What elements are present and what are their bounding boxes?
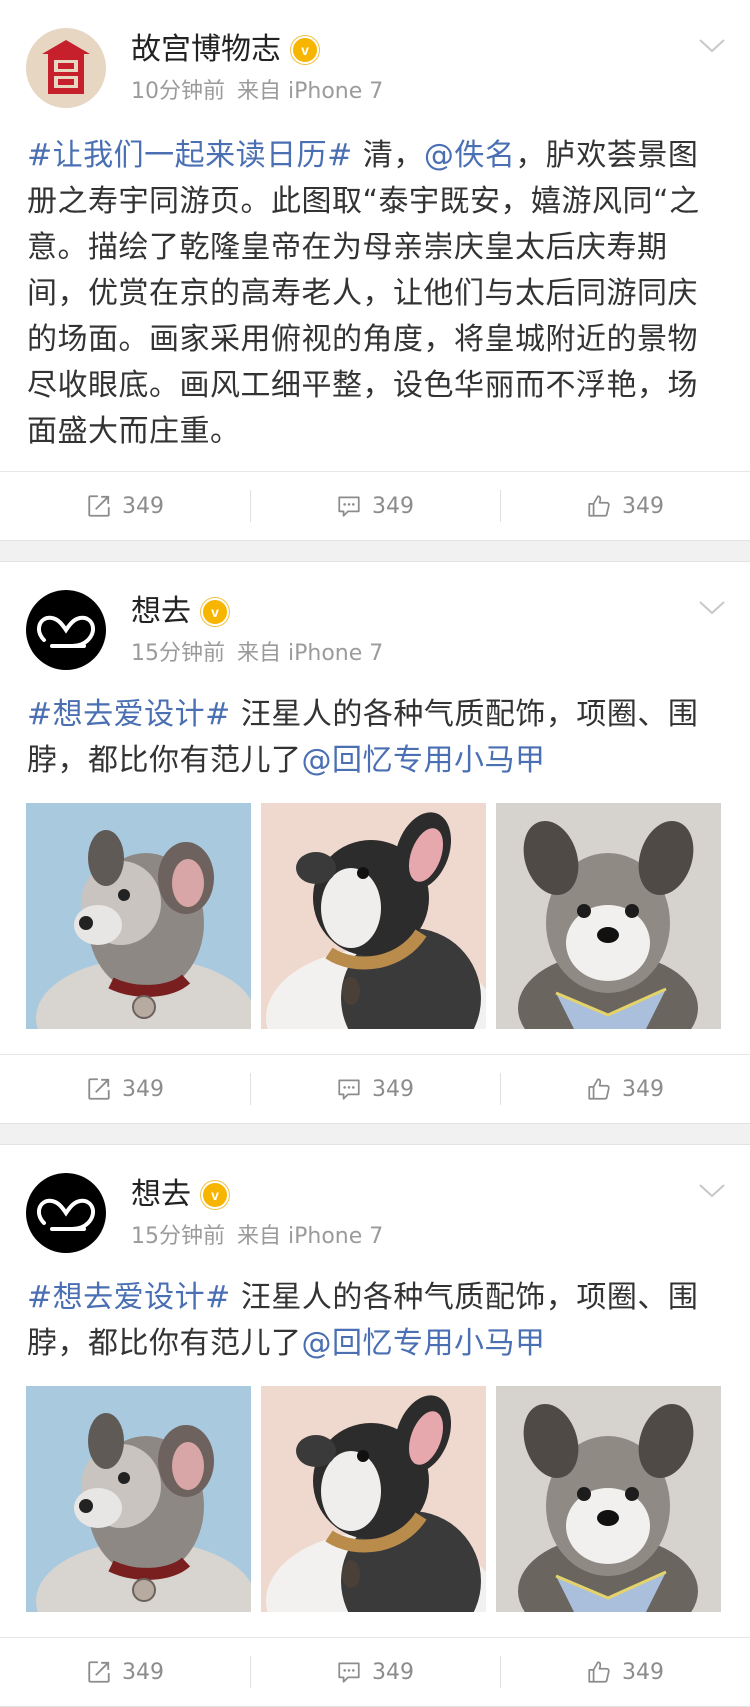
chevron-down-icon[interactable] (698, 600, 726, 616)
repost-icon (86, 493, 112, 519)
avatar[interactable] (26, 1173, 106, 1253)
author-name[interactable]: 故宫博物志 v (131, 30, 319, 70)
comment-icon (336, 493, 362, 519)
author-name-text: 想去 (131, 1177, 191, 1212)
comment-icon (336, 1076, 362, 1102)
post-content: #想去爱设计# 汪星人的各种气质配饰，项圈、围脖，都比你有范儿了@回忆专用小马甲 (27, 692, 727, 784)
mention-link[interactable]: @回忆专用小马甲 (302, 1326, 546, 1361)
repost-icon (86, 1076, 112, 1102)
hashtag-link[interactable]: #想去爱设计# (27, 697, 231, 732)
post-meta: 15分钟前 来自 iPhone 7 (131, 1223, 383, 1251)
image-grid (26, 803, 721, 1029)
thumbs-up-icon (586, 493, 612, 519)
image-thumbnail-schnauzer-blue[interactable] (26, 1386, 251, 1612)
author-name[interactable]: 想去 v (131, 1175, 229, 1215)
repost-button[interactable]: 349 (0, 1071, 250, 1107)
image-thumbnail-schnauzer-gray[interactable] (496, 803, 721, 1029)
verified-badge-icon: v (201, 1181, 229, 1209)
comment-count: 349 (372, 1659, 414, 1685)
action-bar: 349 349 349 (0, 1637, 750, 1706)
like-button[interactable]: 349 (500, 1071, 750, 1107)
post-time: 15分钟前 (131, 641, 225, 666)
image-thumbnail-frenchie-pink[interactable] (261, 803, 486, 1029)
thumbs-up-icon (586, 1659, 612, 1685)
comment-icon (336, 1659, 362, 1685)
repost-count: 349 (122, 493, 164, 519)
verified-badge-icon: v (291, 36, 319, 64)
comment-count: 349 (372, 493, 414, 519)
mention-link[interactable]: @回忆专用小马甲 (302, 743, 546, 778)
hashtag-link[interactable]: #想去爱设计# (27, 1280, 231, 1315)
post-card: 故宫博物志 v 10分钟前 来自 iPhone 7 #让我们一起来读日历# 清，@… (0, 0, 750, 541)
hashtag-link[interactable]: #让我们一起来读日历# (27, 138, 353, 173)
like-count: 349 (622, 1659, 664, 1685)
post-meta: 10分钟前 来自 iPhone 7 (131, 78, 383, 106)
post-card: 想去 v 15分钟前 来自 iPhone 7 #想去爱设计# 汪星人的各种气质配饰… (0, 1144, 750, 1707)
verified-badge-icon: v (201, 598, 229, 626)
content-text: ，胪欢荟景图册之寿宇同游页。此图取“泰宇既安，嬉游风同“之意。描绘了乾隆皇帝在为… (27, 138, 700, 449)
post-content: #让我们一起来读日历# 清，@佚名，胪欢荟景图册之寿宇同游页。此图取“泰宇既安，… (27, 133, 727, 455)
image-grid (26, 1386, 721, 1612)
repost-count: 349 (122, 1076, 164, 1102)
chevron-down-icon[interactable] (698, 1183, 726, 1199)
xiangqu-logo-icon (26, 1173, 106, 1253)
avatar[interactable] (26, 590, 106, 670)
comment-button[interactable]: 349 (250, 1654, 500, 1690)
content-text: 清， (352, 138, 424, 173)
post-source: 来自 iPhone 7 (237, 79, 384, 104)
image-thumbnail-frenchie-pink[interactable] (261, 1386, 486, 1612)
action-bar: 349 349 349 (0, 471, 750, 540)
post-card: 想去 v 15分钟前 来自 iPhone 7 #想去爱设计# 汪星人的各种气质配饰… (0, 561, 750, 1124)
palace-logo-icon (26, 28, 106, 108)
chevron-down-icon[interactable] (698, 38, 726, 54)
post-source: 来自 iPhone 7 (237, 1224, 384, 1249)
avatar[interactable] (26, 28, 106, 108)
repost-count: 349 (122, 1659, 164, 1685)
like-count: 349 (622, 1076, 664, 1102)
like-button[interactable]: 349 (500, 488, 750, 524)
post-source: 来自 iPhone 7 (237, 641, 384, 666)
image-thumbnail-schnauzer-gray[interactable] (496, 1386, 721, 1612)
post-meta: 15分钟前 来自 iPhone 7 (131, 640, 383, 668)
author-name-text: 故宫博物志 (131, 32, 281, 67)
like-button[interactable]: 349 (500, 1654, 750, 1690)
image-thumbnail-schnauzer-blue[interactable] (26, 803, 251, 1029)
mention-link[interactable]: @佚名 (424, 138, 516, 173)
author-name-text: 想去 (131, 594, 191, 629)
comment-button[interactable]: 349 (250, 488, 500, 524)
post-time: 10分钟前 (131, 79, 225, 104)
action-bar: 349 349 349 (0, 1054, 750, 1123)
repost-button[interactable]: 349 (0, 488, 250, 524)
like-count: 349 (622, 493, 664, 519)
comment-button[interactable]: 349 (250, 1071, 500, 1107)
author-name[interactable]: 想去 v (131, 592, 229, 632)
post-content: #想去爱设计# 汪星人的各种气质配饰，项圈、围脖，都比你有范儿了@回忆专用小马甲 (27, 1275, 727, 1367)
repost-icon (86, 1659, 112, 1685)
post-time: 15分钟前 (131, 1224, 225, 1249)
repost-button[interactable]: 349 (0, 1654, 250, 1690)
comment-count: 349 (372, 1076, 414, 1102)
thumbs-up-icon (586, 1076, 612, 1102)
xiangqu-logo-icon (26, 590, 106, 670)
